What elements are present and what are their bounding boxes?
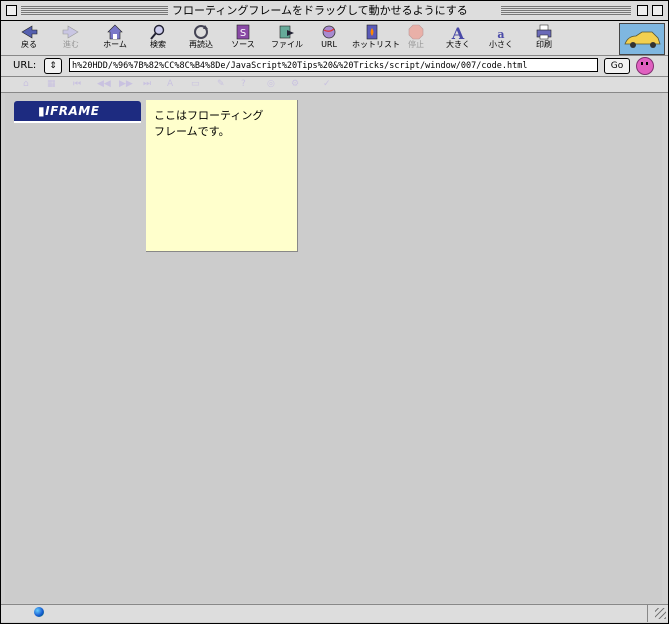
go-button[interactable]: Go	[604, 58, 630, 74]
nav-next-icon[interactable]: ▶▶	[119, 80, 133, 89]
nav-help-icon[interactable]: ?	[241, 80, 251, 89]
nav-home-icon[interactable]: ⌂	[23, 80, 33, 89]
search-icon	[150, 24, 165, 40]
reload-label: 再読込	[189, 40, 213, 49]
title-stripes-right	[501, 5, 631, 16]
print-button[interactable]: 印刷	[524, 23, 564, 53]
status-divider	[647, 605, 648, 622]
nav-globe-icon[interactable]: ◎	[267, 80, 277, 89]
close-box[interactable]	[6, 5, 17, 16]
url-field-label: URL:	[13, 60, 37, 71]
forward-arrow-icon	[62, 25, 79, 39]
url-history-popup[interactable]: ⇕	[44, 58, 62, 74]
hotlist-icon	[366, 24, 378, 40]
hotlist-label: ホットリスト	[352, 40, 400, 49]
url-label-text: URL	[321, 40, 337, 49]
window-title: フローティングフレームをドラッグして動かせるようにする	[168, 3, 472, 18]
stop-button[interactable]: 停止	[396, 23, 436, 53]
page-content: ▮IFRAME ここはフローティングフレームです。	[5, 93, 662, 603]
iframe-badge-text: ▮IFRAME	[38, 104, 100, 118]
nav-edit-icon[interactable]: ✎	[217, 80, 227, 89]
font-smaller-label: 小さく	[489, 40, 513, 49]
nav-grid-icon[interactable]: ▦	[47, 80, 57, 89]
search-label: 検索	[150, 40, 166, 49]
source-label: ソース	[231, 40, 255, 49]
reload-button[interactable]: 再読込	[181, 23, 221, 53]
stop-icon	[408, 24, 424, 40]
url-globe-icon	[322, 25, 336, 39]
toolbar: 戻る 進む ホーム 検索 再読込 S ソース ファイル URL ホットリスト 停…	[1, 21, 668, 56]
nav-prev-icon[interactable]: ◀◀	[97, 80, 111, 89]
stop-label: 停止	[408, 40, 424, 49]
home-button[interactable]: ホーム	[95, 23, 135, 53]
status-bar	[1, 604, 668, 622]
back-arrow-icon	[21, 25, 38, 39]
nav-font-icon[interactable]: A	[167, 80, 177, 89]
print-icon	[536, 24, 552, 40]
font-larger-button[interactable]: A 大きく	[438, 23, 478, 53]
svg-text:S: S	[240, 28, 246, 39]
source-icon: S	[236, 24, 250, 40]
font-smaller-icon: a	[497, 28, 504, 40]
nav-image-icon[interactable]: ▭	[191, 80, 201, 89]
floating-frame-text: ここはフローティングフレームです。	[154, 109, 264, 138]
floating-frame[interactable]: ここはフローティングフレームです。	[146, 100, 298, 252]
iframe-badge-label: IFRAME	[45, 104, 100, 118]
home-label: ホーム	[103, 40, 127, 49]
search-button[interactable]: 検索	[138, 23, 178, 53]
font-larger-label: 大きく	[446, 40, 470, 49]
svg-text:A: A	[451, 24, 465, 40]
nav-settings-icon[interactable]: ⚙	[291, 80, 301, 89]
popup-arrows-icon: ⇕	[49, 61, 57, 71]
browser-logo[interactable]	[619, 23, 665, 55]
font-smaller-button[interactable]: a 小さく	[481, 23, 521, 53]
iframe-badge: ▮IFRAME	[14, 101, 141, 123]
smiley-face-icon[interactable]	[636, 57, 654, 75]
collapse-box[interactable]	[652, 5, 663, 16]
nav-last-icon[interactable]: ⏭	[143, 80, 153, 89]
title-bar[interactable]: フローティングフレームをドラッグして動かせるようにする	[1, 1, 668, 21]
reload-icon	[194, 25, 208, 39]
hotlist-button[interactable]: ホットリスト	[352, 23, 400, 53]
url-bar: URL: ⇕ h%20HDD/%96%7B%82%CC%8C%B4%8De/Ja…	[1, 56, 668, 77]
print-label: 印刷	[536, 40, 552, 49]
title-stripes-left	[21, 5, 168, 16]
home-icon	[107, 24, 123, 40]
zoom-box[interactable]	[637, 5, 648, 16]
resize-grip[interactable]	[655, 608, 666, 619]
back-button[interactable]: 戻る	[9, 23, 49, 53]
source-button[interactable]: S ソース	[223, 23, 263, 53]
back-label: 戻る	[21, 40, 37, 49]
badge-underline	[14, 121, 141, 123]
status-globe-icon	[34, 607, 44, 617]
svg-text:a: a	[497, 28, 504, 40]
forward-label: 進む	[63, 40, 79, 49]
font-larger-icon: A	[451, 24, 465, 40]
file-button[interactable]: ファイル	[267, 23, 307, 53]
nav-bar: ⌂ ▦ ⏮ ◀◀ ▶▶ ⏭ A ▭ ✎ ? ◎ ⚙ ✓	[1, 77, 668, 93]
forward-button[interactable]: 進む	[51, 23, 91, 53]
url-button[interactable]: URL	[309, 23, 349, 53]
file-label: ファイル	[271, 40, 303, 49]
file-icon	[279, 25, 294, 39]
url-input[interactable]: h%20HDD/%96%7B%82%CC%8C%B4%8De/JavaScrip…	[69, 58, 598, 72]
nav-check-icon[interactable]: ✓	[323, 80, 333, 89]
car-logo-icon	[624, 31, 661, 48]
browser-window: フローティングフレームをドラッグして動かせるようにする 戻る 進む ホーム 検索…	[0, 0, 669, 624]
nav-first-icon[interactable]: ⏮	[73, 80, 83, 89]
